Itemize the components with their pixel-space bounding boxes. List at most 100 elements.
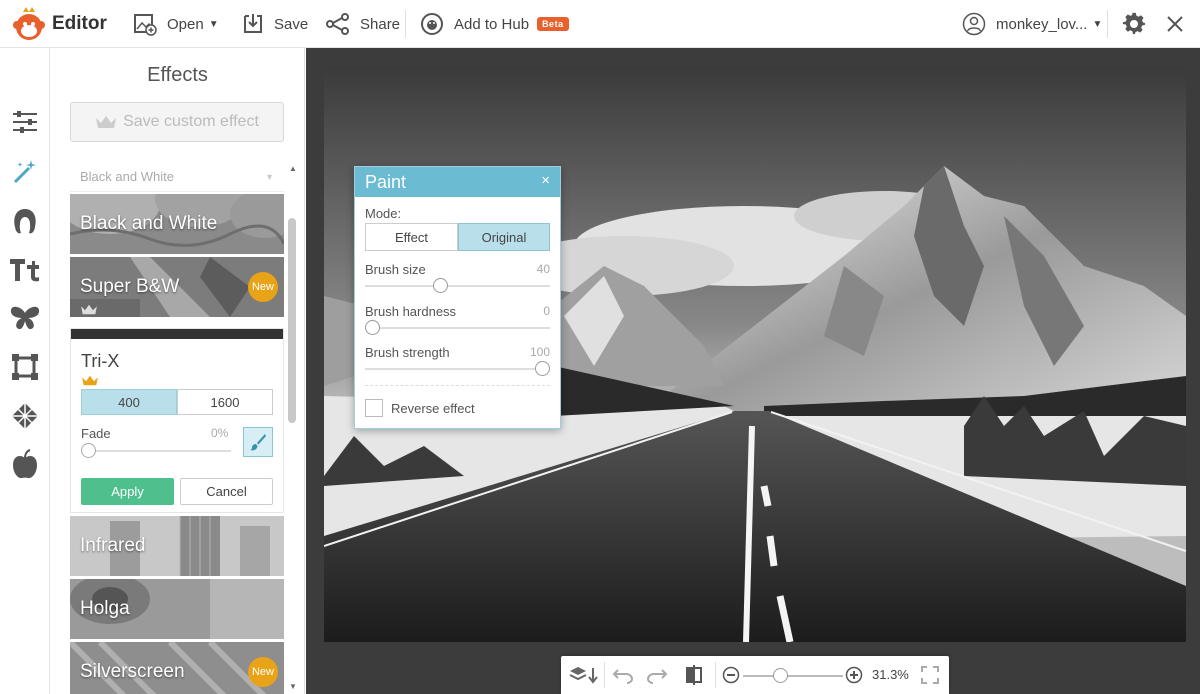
new-badge: New	[248, 272, 278, 302]
new-badge: New	[248, 657, 278, 687]
mode-effect-button[interactable]: Effect	[365, 223, 458, 251]
text-icon	[10, 259, 39, 282]
paint-dialog: Paint × Mode: Effect Original Brush size…	[354, 166, 561, 429]
divider	[405, 10, 406, 38]
reverse-effect-label: Reverse effect	[391, 401, 475, 416]
effect-thumbnail	[71, 329, 283, 339]
close-icon[interactable]: ×	[541, 172, 550, 189]
fullscreen-icon	[921, 666, 939, 684]
cancel-button[interactable]: Cancel	[180, 478, 273, 505]
share-button[interactable]: Share	[326, 0, 400, 48]
texture-icon	[12, 403, 38, 429]
mode-label: Mode:	[365, 206, 402, 221]
username: monkey_lov...	[996, 15, 1088, 33]
tri-x-effect-options: Tri-X 400 1600 Fade 0% Apply Cancel	[70, 328, 284, 513]
zoom-out-icon	[722, 666, 740, 684]
close-icon	[1167, 16, 1183, 32]
brush-strength-label: Brush strength	[365, 345, 450, 360]
bottom-toolbar: 31.3%	[561, 656, 949, 694]
text-tool[interactable]	[9, 254, 41, 286]
adjust-tool[interactable]	[9, 106, 41, 138]
effect-silverscreen[interactable]: Silverscreen New	[70, 642, 284, 694]
layers-button[interactable]	[569, 663, 599, 687]
brush-strength-slider-track[interactable]	[365, 368, 550, 370]
chevron-down-icon: ▼	[208, 18, 219, 30]
fade-slider-handle[interactable]	[81, 443, 96, 458]
mode-original-button[interactable]: Original	[458, 223, 550, 251]
option-1600[interactable]: 1600	[177, 389, 273, 415]
brush-size-label: Brush size	[365, 262, 426, 277]
effect-infrared[interactable]: Infrared	[70, 516, 284, 576]
user-avatar-icon	[962, 12, 986, 36]
touch-up-tool[interactable]	[9, 205, 41, 237]
add-to-hub-button[interactable]: Add to Hub Beta	[420, 0, 569, 48]
fade-slider-track[interactable]	[81, 450, 231, 452]
redo-icon	[646, 669, 668, 684]
zoom-out-button[interactable]	[719, 663, 743, 687]
compare-button[interactable]	[682, 663, 706, 687]
paint-brush-button[interactable]	[243, 427, 273, 457]
scrollbar-thumb[interactable]	[288, 218, 296, 423]
open-button[interactable]: Open ▼	[133, 0, 219, 48]
effect-label: Silverscreen	[80, 661, 185, 682]
save-icon	[244, 14, 262, 33]
frames-tool[interactable]	[9, 351, 41, 383]
fullscreen-button[interactable]	[918, 663, 942, 687]
brush-hardness-slider-track[interactable]	[365, 327, 550, 329]
effect-label: Holga	[80, 598, 130, 619]
seasonal-apple-icon	[13, 449, 37, 479]
settings-button[interactable]	[1122, 0, 1156, 48]
brush-hardness-slider-handle[interactable]	[365, 320, 380, 335]
overlays-tool[interactable]	[9, 302, 41, 334]
scroll-up-arrow[interactable]: ▲	[289, 164, 297, 173]
apply-button[interactable]: Apply	[81, 478, 174, 505]
crown-icon	[96, 116, 117, 128]
paint-dialog-title: Paint	[365, 171, 407, 192]
effect-name: Tri-X	[81, 351, 120, 371]
effect-super-bw[interactable]: Super B&W New	[70, 257, 284, 317]
redo-button[interactable]	[645, 663, 669, 687]
reverse-effect-checkbox[interactable]	[365, 399, 383, 417]
save-custom-effect-label: Save custom effect	[123, 113, 259, 130]
tool-rail	[0, 48, 50, 694]
zoom-level: 31.3%	[872, 667, 909, 682]
divider	[365, 385, 550, 386]
seasonal-tool[interactable]	[9, 448, 41, 480]
undo-button[interactable]	[611, 663, 635, 687]
effects-wand-icon	[13, 160, 36, 184]
open-label: Open	[167, 15, 204, 33]
zoom-slider-handle[interactable]	[773, 668, 788, 683]
brush-strength-slider-handle[interactable]	[535, 361, 550, 376]
user-menu[interactable]: monkey_lov... ▼	[962, 0, 1102, 48]
save-custom-effect-button[interactable]: Save custom effect	[70, 102, 284, 142]
category-select[interactable]: Black and White ▼	[70, 162, 284, 192]
brush-size-slider-track[interactable]	[365, 285, 550, 287]
paint-dialog-header[interactable]: Paint	[355, 167, 560, 197]
beta-badge: Beta	[537, 17, 569, 31]
zoom-slider-track[interactable]	[743, 675, 843, 677]
divider	[604, 662, 605, 688]
effect-label: Black and White	[80, 213, 218, 234]
brush-size-slider-handle[interactable]	[433, 278, 448, 293]
zoom-in-button[interactable]	[842, 663, 866, 687]
scroll-down-arrow[interactable]: ▼	[289, 682, 297, 691]
divider	[715, 662, 716, 688]
gear-icon	[1122, 12, 1145, 35]
zoom-in-icon	[845, 666, 863, 684]
textures-tool[interactable]	[9, 400, 41, 432]
effect-label: Super B&W	[80, 276, 180, 297]
effects-tool[interactable]	[9, 156, 41, 188]
effect-black-and-white[interactable]: Black and White	[70, 194, 284, 254]
effect-holga[interactable]: Holga	[70, 579, 284, 639]
hub-label: Add to Hub	[454, 15, 530, 33]
category-value: Black and White	[80, 169, 174, 184]
brush-hardness-label: Brush hardness	[365, 304, 457, 319]
overlay-butterfly-icon	[10, 306, 40, 330]
open-image-icon	[134, 14, 157, 36]
save-label: Save	[274, 15, 309, 33]
close-button[interactable]	[1166, 0, 1194, 48]
save-button[interactable]: Save	[242, 0, 308, 48]
option-400[interactable]: 400	[81, 389, 177, 415]
crown-icon	[81, 304, 97, 315]
brush-size-value: 40	[536, 262, 550, 276]
